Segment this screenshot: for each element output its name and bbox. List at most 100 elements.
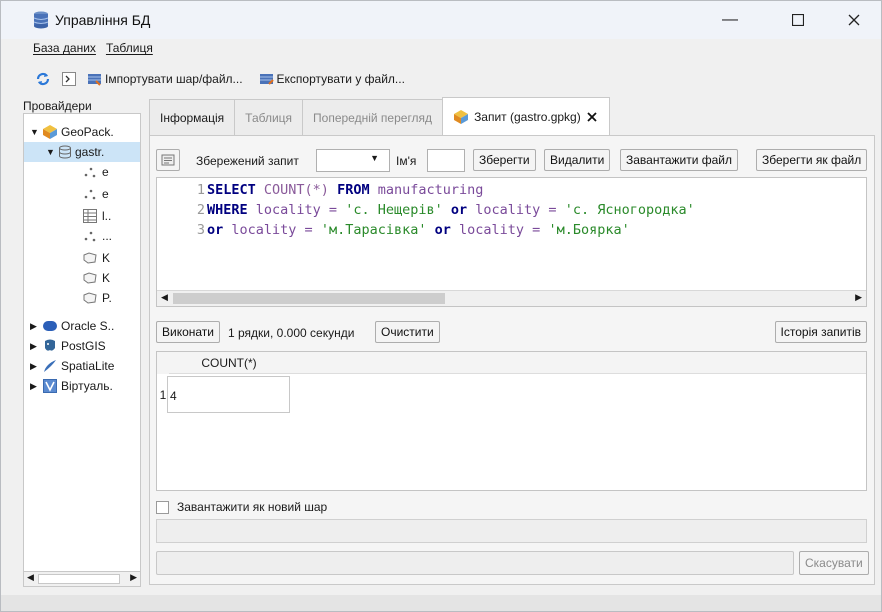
line-number: 2 [196, 202, 205, 218]
layer-options-panel [156, 519, 867, 543]
tree-item-layer[interactable]: ... [82, 226, 112, 246]
query-history-button[interactable]: Історія запитів [774, 321, 867, 343]
menu-database[interactable]: База даних [33, 41, 96, 61]
status-bar [1, 595, 881, 611]
tree-item-label: l.. [102, 209, 112, 223]
save-as-file-button[interactable]: Зберегти як файл [756, 149, 868, 171]
code-token: FROM [337, 182, 370, 198]
code-token: locality = [247, 202, 346, 218]
load-as-layer-label: Завантажити як новий шар [177, 500, 328, 514]
query-name-input[interactable] [427, 149, 465, 172]
code-token: 'с. Ясногородка' [564, 202, 695, 218]
tree-item-label: gastr. [75, 145, 105, 159]
tree-horizontal-scrollbar[interactable]: ◀ ▶ [23, 571, 141, 587]
load-as-layer-row: Завантажити як новий шар [156, 497, 327, 517]
delete-query-button[interactable]: Видалити [544, 149, 611, 171]
expand-arrow-icon: ▶ [30, 340, 37, 351]
code-token: 'м.Боярка' [548, 222, 630, 238]
geopackage-icon [454, 109, 469, 124]
polygon-layer-icon [83, 292, 97, 304]
execute-button[interactable]: Виконати [156, 321, 221, 343]
tree-item-geopackage[interactable]: ▼ GeoPack. [30, 122, 114, 142]
scroll-left-icon[interactable]: ◀ [27, 572, 34, 583]
sql-window-button[interactable] [59, 68, 79, 90]
line-number: 3 [196, 222, 205, 238]
refresh-button[interactable] [33, 68, 53, 90]
close-tab-icon[interactable] [587, 112, 597, 122]
load-as-layer-checkbox[interactable] [156, 500, 169, 514]
export-file-button[interactable]: Експортувати у файл... [257, 68, 407, 90]
tree-item-label: Віртуаль. [61, 379, 113, 393]
expand-arrow-icon: ▶ [30, 320, 37, 331]
tree-item-layer[interactable]: e [82, 184, 109, 204]
tree-item-layer[interactable]: K [82, 248, 110, 268]
tree-item-label: e [102, 165, 109, 179]
tree-item-label: e [102, 187, 109, 201]
tree-item-label: ... [102, 229, 113, 243]
scroll-right-icon[interactable]: ▶ [130, 572, 137, 583]
close-icon [848, 14, 860, 26]
line-number: 1 [196, 182, 205, 198]
expand-arrow-icon: ▼ [46, 147, 55, 157]
sql-editor[interactable]: 1 SELECT COUNT(*) FROM manufacturing 2 WHE… [156, 177, 867, 307]
load-file-button[interactable]: Завантажити файл [620, 149, 739, 171]
tree-item-oracle[interactable]: ▶ Oracle S.. [30, 316, 114, 336]
expand-arrow-icon: ▼ [30, 127, 39, 137]
saved-query-label: Збережений запит [196, 154, 299, 168]
tree-item-layer[interactable]: P. [82, 288, 112, 308]
database-icon [33, 11, 49, 29]
execute-bar: Виконати 1 рядки, 0.000 секунди Очистити… [156, 321, 871, 345]
code-line: 1 SELECT COUNT(*) FROM manufacturing [193, 182, 484, 198]
tree-item-postgis[interactable]: ▶ PostGIS [30, 336, 106, 356]
maximize-button[interactable] [775, 1, 821, 39]
sql-editor-button[interactable] [156, 149, 180, 171]
import-icon [88, 74, 101, 86]
query-bar: Збережений запит ▼ Ім'я Зберегти Видалит… [156, 149, 871, 173]
clear-button[interactable]: Очистити [375, 321, 440, 343]
scroll-right-icon[interactable]: ▶ [855, 292, 862, 303]
close-window-button[interactable] [831, 1, 877, 39]
providers-label: Провайдери [23, 99, 92, 113]
tree-item-spatialite[interactable]: ▶ SpatiaLite [30, 356, 114, 376]
import-layer-button[interactable]: Імпортувати шар/файл... [85, 68, 245, 90]
code-token: or [207, 222, 224, 238]
code-token: COUNT [263, 182, 305, 198]
tree-item-layer[interactable]: e [82, 162, 109, 182]
tree-item-table[interactable]: l.. [82, 206, 111, 226]
scroll-thumb[interactable] [38, 574, 120, 584]
code-token: (*) [304, 182, 329, 198]
code-token: WHERE [207, 202, 248, 218]
editor-horizontal-scrollbar[interactable]: ◀ ▶ [157, 290, 866, 306]
tree-item-gastro[interactable]: ▼ gastr. [24, 142, 140, 162]
import-label: Імпортувати шар/файл... [105, 72, 243, 86]
tab-preview[interactable]: Попередній перегляд [302, 99, 444, 135]
tree-item-label: P. [102, 291, 112, 305]
providers-tree[interactable]: ▼ GeoPack. ▼ gastr. e e l.. ... K K P. ▶… [23, 113, 141, 585]
tree-item-virtual[interactable]: ▶ Віртуаль. [30, 376, 113, 396]
name-label: Ім'я [396, 154, 417, 168]
scroll-thumb[interactable] [173, 293, 445, 304]
app-window: Управління БД — База даних Таблиця Імпор… [0, 0, 882, 612]
save-query-button[interactable]: Зберегти [473, 149, 536, 171]
menu-table[interactable]: Таблиця [106, 41, 153, 61]
spatialite-icon [44, 360, 56, 372]
export-icon [259, 74, 274, 85]
cancel-button[interactable]: Скасувати [799, 551, 869, 575]
sql-editor-icon [161, 154, 175, 166]
scroll-left-icon[interactable]: ◀ [161, 292, 168, 303]
column-header[interactable]: COUNT(*) [169, 352, 289, 374]
menu-bar: База даних Таблиця [33, 41, 153, 61]
minimize-button[interactable]: — [707, 1, 753, 39]
saved-query-select[interactable]: ▼ [316, 149, 390, 172]
tab-info[interactable]: Інформація [149, 99, 236, 135]
tab-query[interactable]: Запит (gastro.gpkg) [442, 97, 610, 135]
tab-table[interactable]: Таблиця [234, 99, 304, 135]
table-cell[interactable]: 4 [167, 376, 290, 413]
code-token: 'м.Тарасівка' [320, 222, 427, 238]
results-table[interactable]: COUNT(*) 1 4 [156, 351, 867, 491]
tree-item-layer[interactable]: K [82, 268, 110, 288]
export-label: Експортувати у файл... [276, 72, 405, 86]
